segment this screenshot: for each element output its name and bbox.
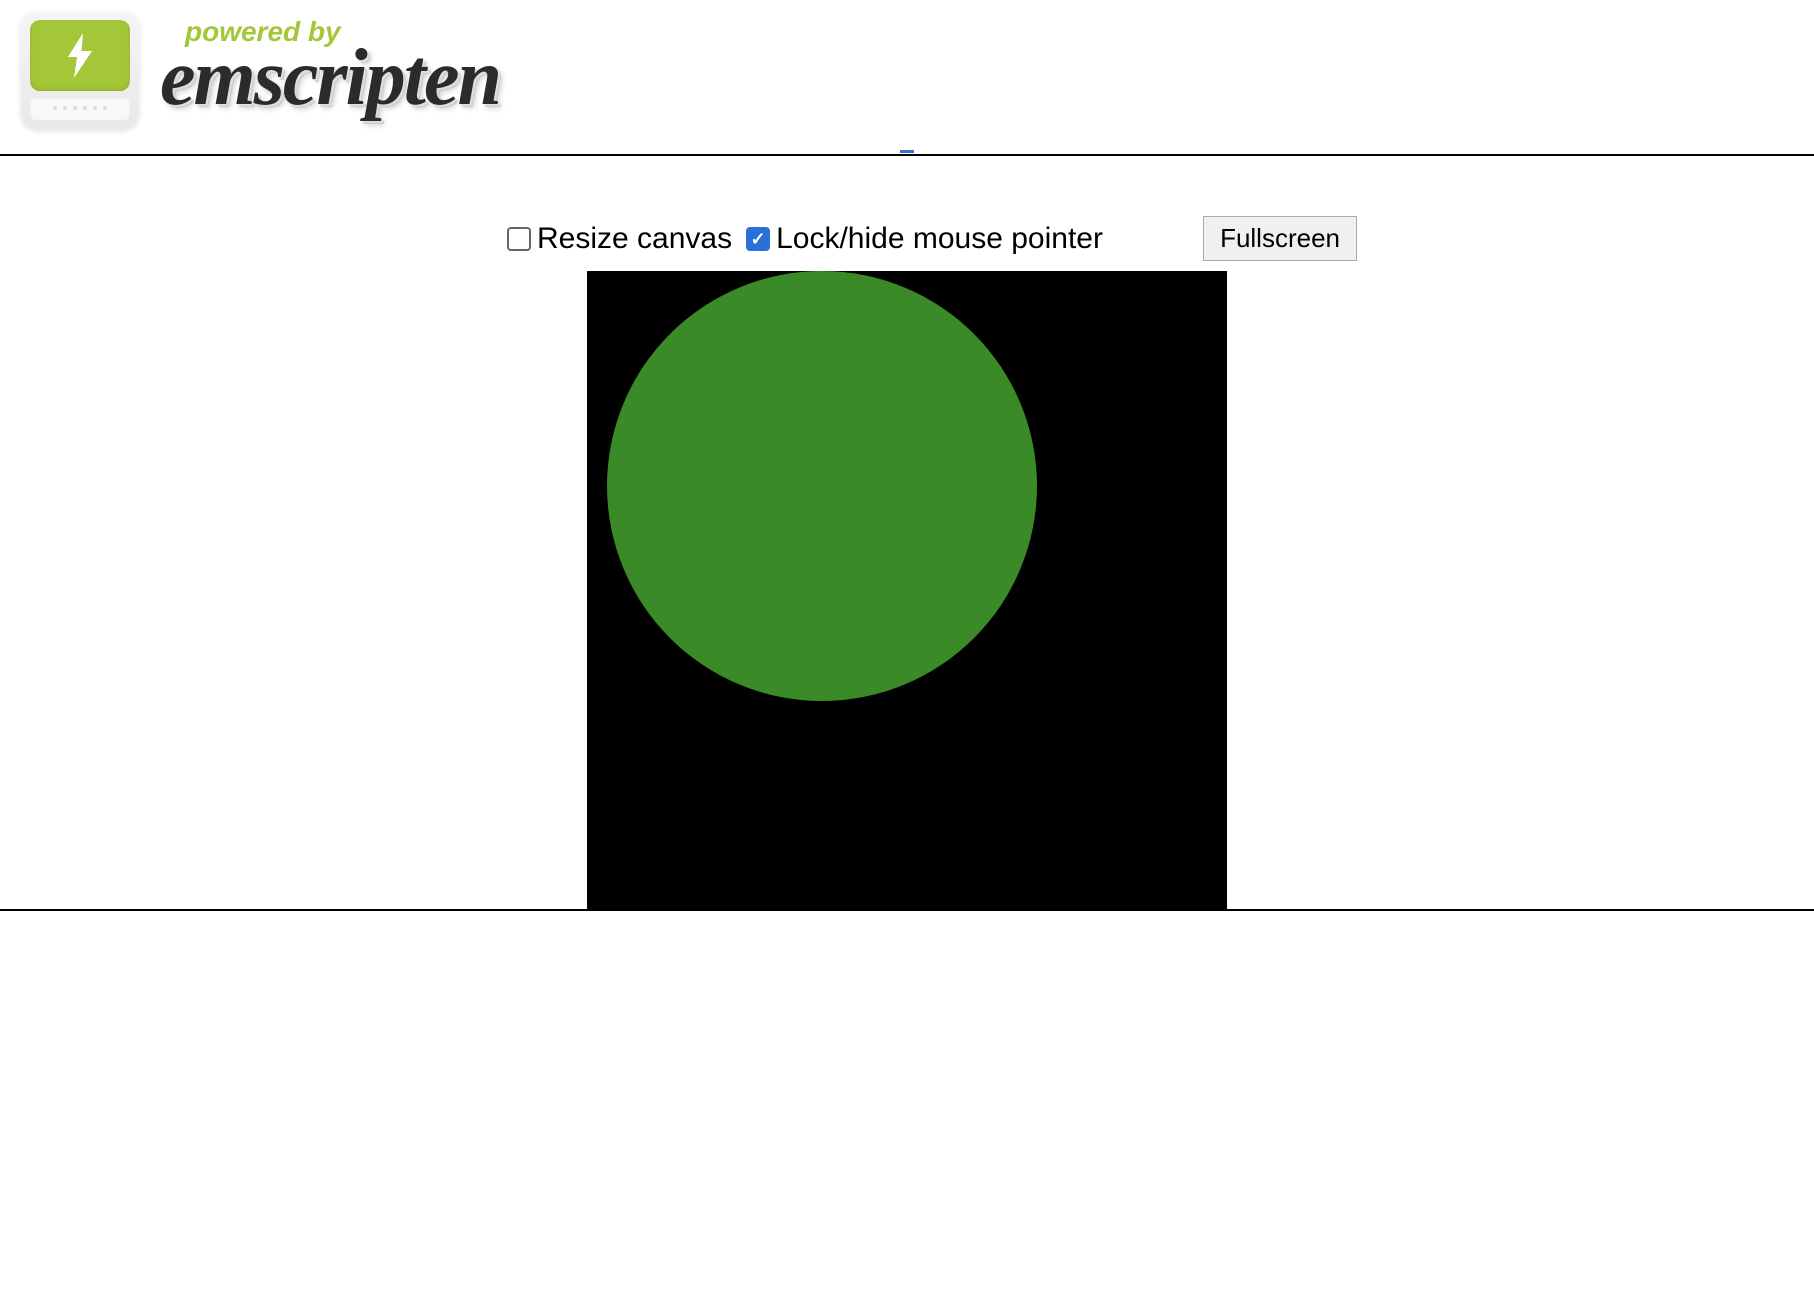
lock-pointer-label: Lock/hide mouse pointer	[776, 222, 1103, 256]
emscripten-logo-icon	[20, 10, 140, 130]
brand-text: emscripten	[160, 33, 500, 124]
main-content: Resize canvas Lock/hide mouse pointer Fu…	[0, 156, 1814, 911]
resize-canvas-label: Resize canvas	[537, 222, 732, 256]
lock-pointer-control[interactable]: Lock/hide mouse pointer	[746, 222, 1103, 256]
resize-canvas-checkbox[interactable]	[507, 227, 531, 251]
logo-keyboard-dots	[30, 97, 130, 121]
canvas[interactable]	[587, 271, 1227, 911]
center-link-anchor[interactable]	[900, 150, 914, 153]
center-link	[0, 140, 1814, 152]
controls-bar: Resize canvas Lock/hide mouse pointer Fu…	[457, 216, 1357, 261]
lightning-bolt-icon	[62, 33, 98, 78]
logo-lightning-icon	[30, 20, 130, 91]
logo-text: powered by emscripten	[160, 16, 500, 124]
green-circle	[607, 271, 1037, 701]
header: powered by emscripten	[0, 0, 1814, 140]
lock-pointer-checkbox[interactable]	[746, 227, 770, 251]
resize-canvas-control[interactable]: Resize canvas	[507, 222, 732, 256]
fullscreen-button[interactable]: Fullscreen	[1203, 216, 1357, 261]
